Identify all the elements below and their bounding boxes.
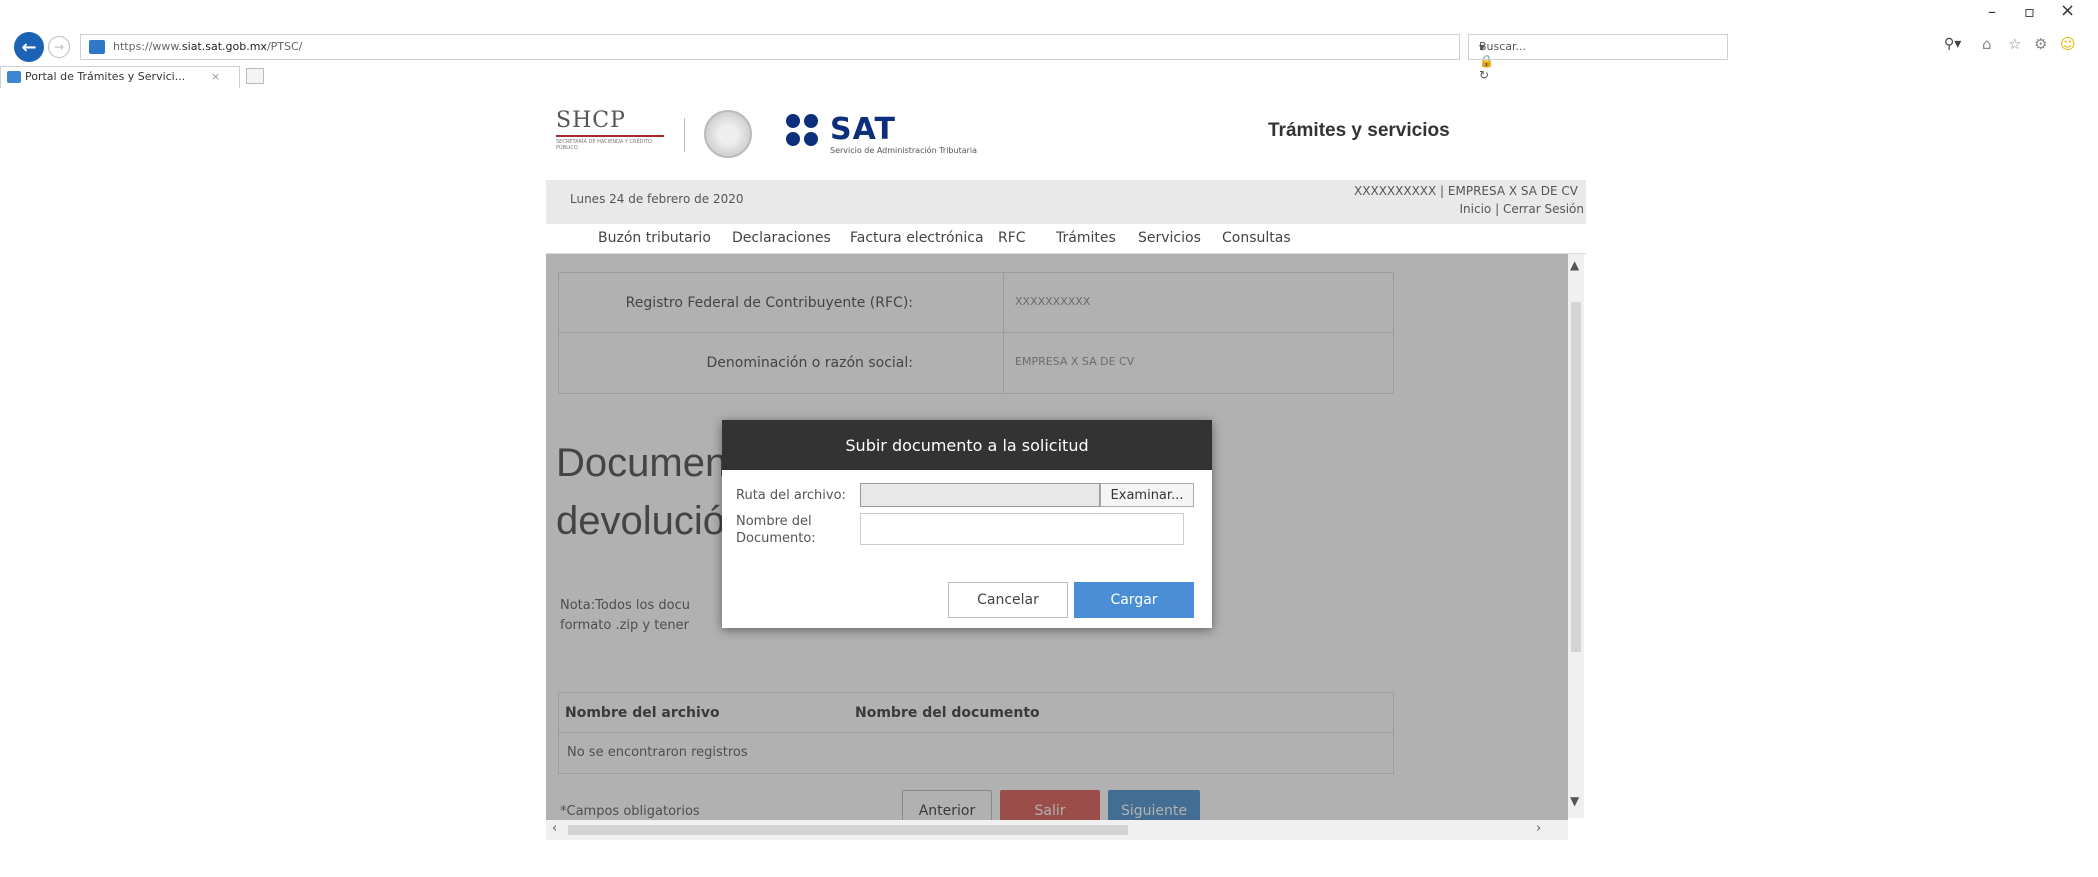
tab-favicon-icon <box>7 71 21 83</box>
chevron-left-icon[interactable]: ‹ <box>552 821 557 836</box>
page-header-title: Trámites y servicios <box>1268 120 1450 141</box>
address-row: ← → https://www.siat.sat.gob.mx/PTSC/ ▾ … <box>0 30 2098 82</box>
browser-tab[interactable]: Portal de Trámites y Servici... × <box>0 66 240 88</box>
star-icon[interactable]: ☆ <box>2008 35 2021 53</box>
page: SHCP SECRETARÍA DE HACIENDA Y CRÉDITO PÚ… <box>546 92 1586 877</box>
url-text: https://www.siat.sat.gob.mx/PTSC/ <box>113 40 303 53</box>
logo-divider <box>684 118 685 152</box>
upload-button[interactable]: Cargar <box>1074 582 1194 618</box>
file-path-label: Ruta del archivo: <box>736 488 846 503</box>
shcp-logo: SHCP SECRETARÍA DE HACIENDA Y CRÉDITO PÚ… <box>556 108 666 160</box>
file-path-input[interactable] <box>860 483 1100 507</box>
smiley-icon[interactable]: ☺ <box>2060 35 2076 53</box>
sat-dot-icon <box>786 132 800 146</box>
forward-arrow-icon[interactable]: → <box>48 36 70 58</box>
document-name-label: Nombre del Documento: <box>736 513 816 547</box>
site-header: SHCP SECRETARÍA DE HACIENDA Y CRÉDITO PÚ… <box>546 92 1586 176</box>
search-icon[interactable]: ⚲▾ <box>1944 36 1961 52</box>
home-icon[interactable]: ⌂ <box>1982 35 1992 53</box>
tab-close-icon[interactable]: × <box>211 70 220 83</box>
document-name-input[interactable] <box>860 513 1184 545</box>
shcp-rule <box>556 135 664 137</box>
vertical-scrollbar[interactable]: ▲ ▼ <box>1568 254 1584 818</box>
dialog-title: Subir documento a la solicitud <box>722 420 1212 470</box>
tab-title: Portal de Trámites y Servici... <box>25 70 186 83</box>
search-placeholder: Buscar... <box>1479 40 1527 53</box>
shcp-subtitle: SECRETARÍA DE HACIENDA Y CRÉDITO PÚBLICO <box>556 139 652 151</box>
browse-button[interactable]: Examinar... <box>1100 483 1194 507</box>
session-bar: Lunes 24 de febrero de 2020 XXXXXXXXXX |… <box>546 180 1586 224</box>
menu-item-factura[interactable]: Factura electrónica <box>850 230 984 246</box>
menu-item-declaraciones[interactable]: Declaraciones <box>732 230 831 246</box>
user-info: XXXXXXXXXX | EMPRESA X SA DE CV <box>1354 184 1578 198</box>
main-menu: Buzón tributario Declaraciones Factura e… <box>546 224 1586 254</box>
chevron-right-icon[interactable]: › <box>1536 821 1541 836</box>
sat-dot-icon <box>804 132 818 146</box>
sat-dot-icon <box>804 114 818 128</box>
menu-item-buzon[interactable]: Buzón tributario <box>598 230 711 246</box>
horizontal-scrollbar[interactable]: ‹ › <box>546 820 1568 840</box>
address-bar[interactable]: https://www.siat.sat.gob.mx/PTSC/ ▾ 🔒 ↻ <box>80 34 1494 82</box>
sat-dot-icon <box>786 114 800 128</box>
scrollbar-thumb[interactable] <box>568 825 1128 835</box>
scrollbar-thumb[interactable] <box>1571 302 1581 652</box>
sat-subtitle: Servicio de Administración Tributaria <box>830 146 978 155</box>
site-favicon-icon <box>89 40 105 54</box>
back-arrow-icon[interactable]: ← <box>14 32 44 62</box>
maximize-icon[interactable]: ▫ <box>2024 2 2035 21</box>
upload-dialog: Subir documento a la solicitud Ruta del … <box>722 420 1212 628</box>
session-links[interactable]: Inicio | Cerrar Sesión <box>1460 202 1584 216</box>
cancel-button[interactable]: Cancelar <box>948 582 1068 618</box>
chevron-down-icon[interactable]: ▼ <box>1570 794 1579 808</box>
new-tab-icon[interactable] <box>246 68 264 84</box>
browser-chrome: ← → https://www.siat.sat.gob.mx/PTSC/ ▾ … <box>0 0 2098 88</box>
minimize-icon[interactable]: – <box>1988 2 1996 21</box>
close-icon[interactable]: × <box>2060 0 2075 21</box>
browser-search-input[interactable]: Buscar... <box>1468 34 1728 60</box>
sat-wordmark: SAT <box>830 112 896 147</box>
menu-item-consultas[interactable]: Consultas <box>1222 230 1291 246</box>
tab-strip: Portal de Trámites y Servici... × <box>0 66 2098 88</box>
label-line: Documento: <box>736 531 816 546</box>
menu-item-tramites[interactable]: Trámites <box>1056 230 1116 246</box>
menu-item-servicios[interactable]: Servicios <box>1138 230 1201 246</box>
current-date: Lunes 24 de febrero de 2020 <box>570 192 744 206</box>
chevron-up-icon[interactable]: ▲ <box>1570 258 1579 272</box>
gear-icon[interactable]: ⚙ <box>2034 35 2047 53</box>
national-seal-icon <box>704 110 752 158</box>
menu-item-rfc[interactable]: RFC <box>998 230 1026 246</box>
label-line: Nombre del <box>736 514 812 529</box>
shcp-wordmark: SHCP <box>556 108 626 133</box>
